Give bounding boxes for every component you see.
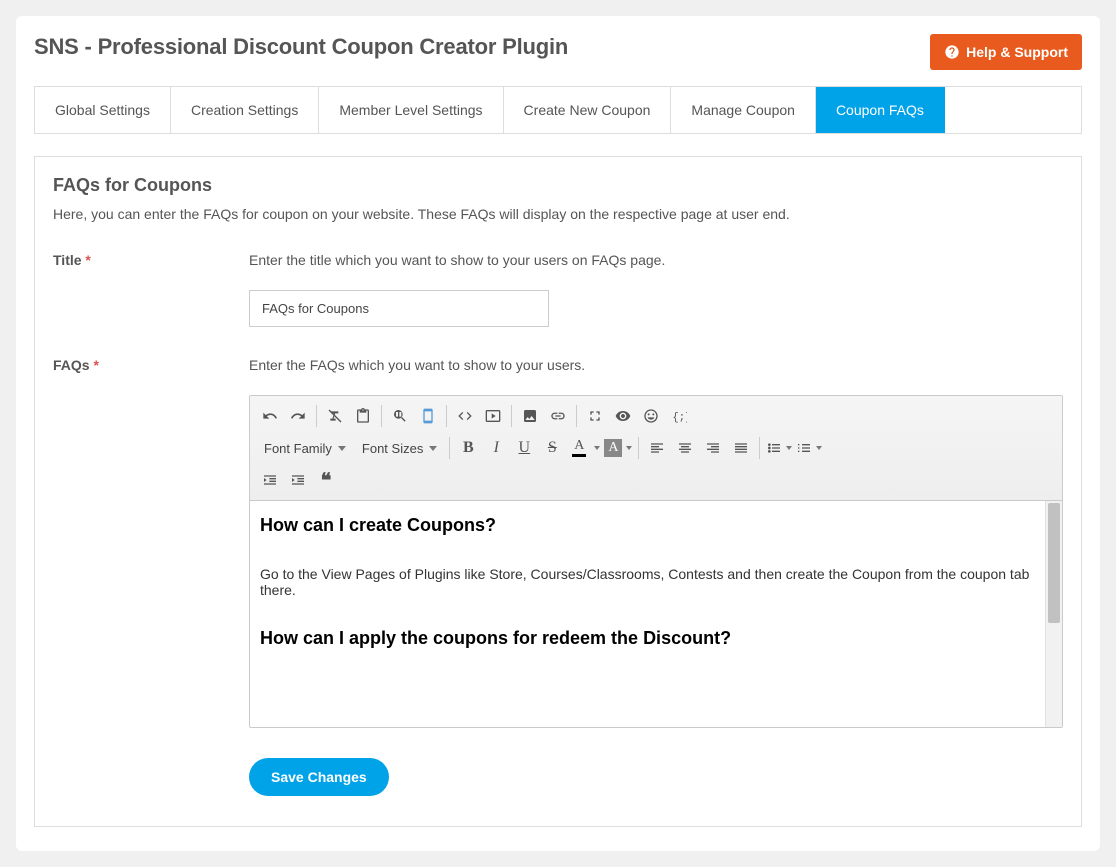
paste-icon[interactable] <box>349 402 377 430</box>
content-box: FAQs for Coupons Here, you can enter the… <box>34 156 1082 827</box>
chevron-down-icon <box>429 446 437 451</box>
faqs-label: FAQs * <box>53 357 249 728</box>
faqs-hint: Enter the FAQs which you want to show to… <box>249 357 1063 373</box>
tab-global-settings[interactable]: Global Settings <box>35 87 171 133</box>
editor-toolbar: {;} Font Family Font Sizes <box>250 396 1062 501</box>
save-changes-button[interactable]: Save Changes <box>249 758 389 796</box>
align-left-icon[interactable] <box>643 434 671 462</box>
image-icon[interactable] <box>516 402 544 430</box>
title-hint: Enter the title which you want to show t… <box>249 252 1063 268</box>
code-sample-icon[interactable]: {;} <box>665 402 693 430</box>
chevron-down-icon <box>594 446 600 450</box>
tab-coupon-faqs[interactable]: Coupon FAQs <box>816 87 945 133</box>
field-row-faqs: FAQs * Enter the FAQs which you want to … <box>53 357 1063 728</box>
chevron-down-icon <box>786 446 792 450</box>
required-marker: * <box>85 252 90 268</box>
outdent-icon[interactable] <box>256 466 284 494</box>
italic-button[interactable]: I <box>482 434 510 462</box>
tab-member-level-settings[interactable]: Member Level Settings <box>319 87 503 133</box>
bold-button[interactable]: B <box>454 434 482 462</box>
section-heading: FAQs for Coupons <box>53 175 1063 196</box>
chevron-down-icon <box>338 446 346 451</box>
field-row-title: Title * Enter the title which you want t… <box>53 252 1063 327</box>
tab-manage-coupon[interactable]: Manage Coupon <box>671 87 816 133</box>
blockquote-icon[interactable]: ❝ <box>312 466 340 494</box>
admin-panel: SNS - Professional Discount Coupon Creat… <box>16 16 1100 851</box>
header-row: SNS - Professional Discount Coupon Creat… <box>34 34 1082 70</box>
faq-answer-1: Go to the View Pages of Plugins like Sto… <box>260 566 1035 598</box>
background-color-button[interactable]: A <box>602 439 634 457</box>
section-description: Here, you can enter the FAQs for coupon … <box>53 206 1063 222</box>
required-marker: * <box>93 357 98 373</box>
source-code-icon[interactable] <box>451 402 479 430</box>
clear-format-icon[interactable] <box>321 402 349 430</box>
svg-text:{;}: {;} <box>672 412 687 424</box>
faq-question-1: How can I create Coupons? <box>260 515 1035 536</box>
fullscreen-icon[interactable] <box>581 402 609 430</box>
strikethrough-button[interactable]: S <box>538 434 566 462</box>
align-right-icon[interactable] <box>699 434 727 462</box>
title-label: Title * <box>53 252 249 327</box>
link-icon[interactable] <box>544 402 572 430</box>
button-row: Save Changes <box>249 758 1063 796</box>
help-support-label: Help & Support <box>966 44 1068 60</box>
editor-scrollbar[interactable] <box>1045 501 1062 727</box>
page-title: SNS - Professional Discount Coupon Creat… <box>34 34 568 60</box>
find-replace-icon[interactable] <box>386 402 414 430</box>
numbered-list-button[interactable] <box>794 440 824 456</box>
preview-icon[interactable] <box>609 402 637 430</box>
tab-create-new-coupon[interactable]: Create New Coupon <box>504 87 672 133</box>
editor-content-area[interactable]: How can I create Coupons? Go to the View… <box>250 501 1045 727</box>
undo-icon[interactable] <box>256 402 284 430</box>
indent-icon[interactable] <box>284 466 312 494</box>
title-input[interactable] <box>249 290 549 327</box>
text-color-button[interactable]: A <box>566 437 602 459</box>
insert-media-icon[interactable] <box>479 402 507 430</box>
tab-creation-settings[interactable]: Creation Settings <box>171 87 319 133</box>
faq-question-2: How can I apply the coupons for redeem t… <box>260 628 1035 649</box>
help-support-button[interactable]: Help & Support <box>930 34 1082 70</box>
chevron-down-icon <box>816 446 822 450</box>
align-center-icon[interactable] <box>671 434 699 462</box>
chevron-down-icon <box>626 446 632 450</box>
mobile-icon[interactable] <box>414 402 442 430</box>
redo-icon[interactable] <box>284 402 312 430</box>
bullet-list-button[interactable] <box>764 440 794 456</box>
font-sizes-select[interactable]: Font Sizes <box>354 437 445 460</box>
font-family-select[interactable]: Font Family <box>256 437 354 460</box>
emoji-icon[interactable] <box>637 402 665 430</box>
help-icon <box>944 44 960 60</box>
align-justify-icon[interactable] <box>727 434 755 462</box>
underline-button[interactable]: U <box>510 434 538 462</box>
tabs-nav: Global Settings Creation Settings Member… <box>34 86 1082 134</box>
scrollbar-thumb[interactable] <box>1048 503 1060 623</box>
rich-text-editor: {;} Font Family Font Sizes <box>249 395 1063 728</box>
